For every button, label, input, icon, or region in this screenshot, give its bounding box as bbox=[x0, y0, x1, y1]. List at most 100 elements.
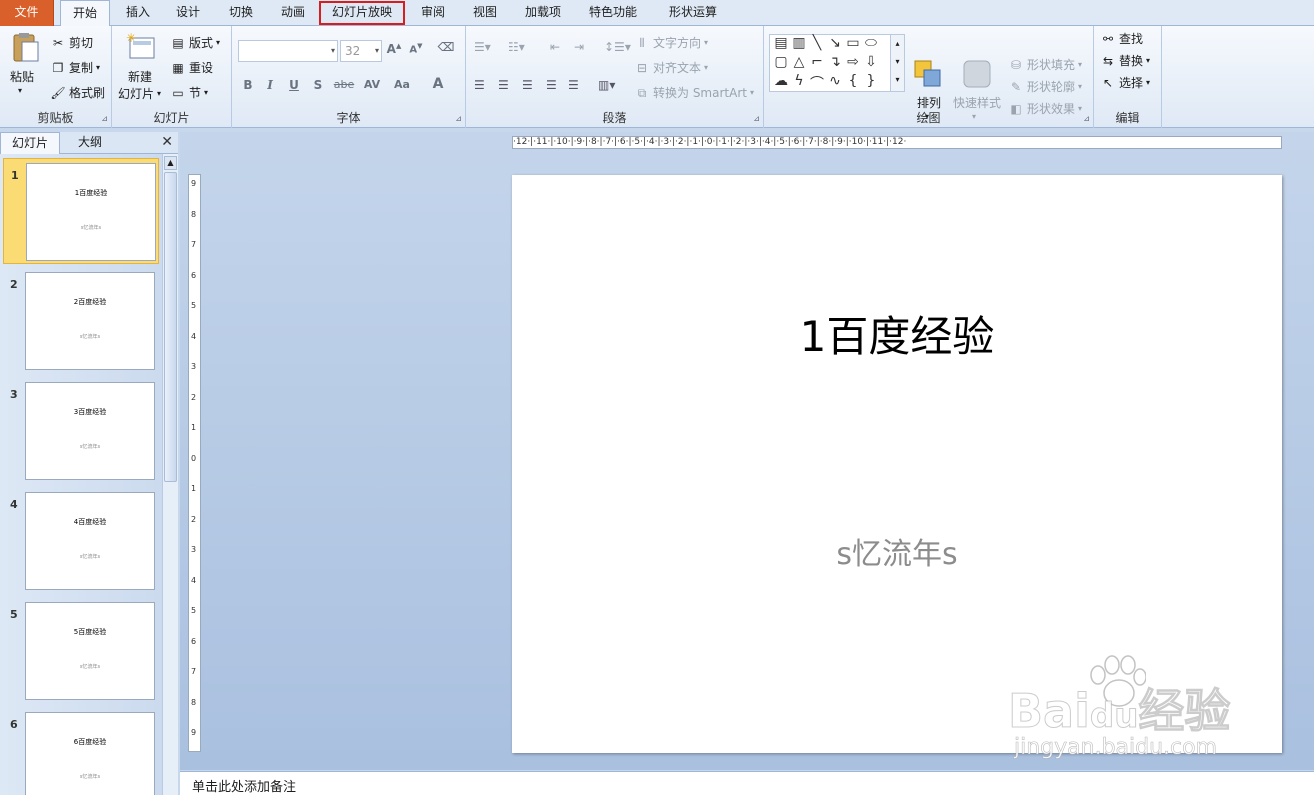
char-spacing-button[interactable]: AV bbox=[360, 78, 384, 91]
right-brace-shape-icon[interactable]: } bbox=[862, 73, 880, 89]
arrange-dropdown-icon[interactable]: ▾ bbox=[925, 112, 929, 121]
convert-smartart-button[interactable]: ⧉ 转换为 SmartArt ▾ bbox=[634, 84, 754, 101]
section-button[interactable]: ▭ 节 ▾ bbox=[170, 84, 208, 101]
shape-effects-button[interactable]: ◧ 形状效果 ▾ bbox=[1008, 100, 1082, 117]
strikethrough-button[interactable]: abe bbox=[332, 78, 356, 91]
notes-area[interactable]: 单击此处添加备注 bbox=[180, 771, 1314, 795]
grow-font-icon[interactable]: A▲ bbox=[384, 42, 404, 56]
thumbnail-item-6[interactable]: 6 6百度经验 s忆流年s bbox=[3, 708, 159, 795]
tab-slides-pane[interactable]: 幻灯片 bbox=[0, 132, 60, 154]
underline-button[interactable]: U bbox=[284, 78, 304, 92]
scroll-up-icon[interactable]: ▲ bbox=[164, 156, 177, 170]
down-arrow-shape-icon[interactable]: ⇩ bbox=[862, 54, 880, 70]
font-launcher-icon[interactable]: ⊿ bbox=[455, 114, 462, 123]
align-right-icon[interactable]: ☰ bbox=[522, 78, 533, 92]
font-color-button[interactable]: A bbox=[428, 76, 448, 92]
italic-button[interactable]: I bbox=[260, 78, 280, 92]
slide-title[interactable]: 1百度经验 bbox=[512, 303, 1282, 364]
distributed-icon[interactable]: ☰ bbox=[568, 78, 579, 92]
font-size-combo[interactable]: 32 ▾ bbox=[340, 40, 382, 62]
new-slide-label-1[interactable]: 新建 bbox=[128, 68, 152, 85]
cut-button[interactable]: ✂ 剪切 bbox=[50, 34, 93, 51]
thumbnail-item-2[interactable]: 2 2百度经验 s忆流年s bbox=[3, 268, 159, 374]
paste-button[interactable]: 粘贴 bbox=[10, 68, 34, 85]
tab-outline-pane[interactable]: 大纲 bbox=[60, 132, 120, 154]
paragraph-launcher-icon[interactable]: ⊿ bbox=[753, 114, 760, 123]
replace-button[interactable]: ⇆ 替换 ▾ bbox=[1100, 52, 1150, 69]
new-slide-button[interactable]: 幻灯片 ▾ bbox=[118, 85, 161, 102]
shrink-font-icon[interactable]: A▼ bbox=[406, 42, 426, 55]
slide-canvas[interactable]: 1百度经验 s忆流年s bbox=[512, 175, 1282, 753]
triangle-shape-icon[interactable]: △ bbox=[790, 54, 808, 70]
columns-icon[interactable]: ▥▾ bbox=[598, 78, 615, 92]
shape-fill-button[interactable]: ⛁ 形状填充 ▾ bbox=[1008, 56, 1082, 73]
slide-thumbnail[interactable]: 5百度经验 s忆流年s bbox=[25, 602, 155, 700]
shapes-gallery[interactable]: ▤ ▥ ╲ ↘ ▭ ⬭ ▢ △ ⌐ ↴ ⇨ ⇩ ☁ ϟ ⌒ ∿ { } ▴ ▾ ▾ bbox=[769, 34, 905, 92]
tab-design[interactable]: 设计 bbox=[166, 0, 210, 26]
right-arrow-shape-icon[interactable]: ⇨ bbox=[844, 54, 862, 70]
tab-animations[interactable]: 动画 bbox=[270, 0, 316, 26]
shadow-button[interactable]: S bbox=[308, 78, 328, 92]
thumbnail-item-1[interactable]: 1 1百度经验 s忆流年s bbox=[3, 158, 159, 264]
clipboard-launcher-icon[interactable]: ⊿ bbox=[101, 114, 108, 123]
slide-thumbnail[interactable]: 4百度经验 s忆流年s bbox=[25, 492, 155, 590]
align-text-button[interactable]: ⊟ 对齐文本 ▾ bbox=[634, 59, 708, 76]
clear-format-icon[interactable]: ⌫ bbox=[436, 40, 456, 54]
numbering-icon[interactable]: ☷▾ bbox=[508, 40, 525, 54]
textbox-shape-icon[interactable]: ▤ bbox=[772, 35, 790, 51]
font-name-combo[interactable]: ▾ bbox=[238, 40, 338, 62]
shapes-gallery-scroll-icon[interactable]: ▴ ▾ ▾ bbox=[890, 35, 904, 91]
quick-styles-dropdown-icon[interactable]: ▾ bbox=[972, 112, 976, 121]
thumbnail-item-5[interactable]: 5 5百度经验 s忆流年s bbox=[3, 598, 159, 704]
quick-styles-button[interactable]: 快速样式 bbox=[953, 94, 1001, 111]
elbow-connector-shape-icon[interactable]: ⌐ bbox=[808, 54, 826, 70]
slide-thumbnail[interactable]: 2百度经验 s忆流年s bbox=[25, 272, 155, 370]
tab-addins[interactable]: 加载项 bbox=[514, 0, 572, 26]
increase-indent-icon[interactable]: ⇥ bbox=[574, 40, 584, 54]
lightning-shape-icon[interactable]: ϟ bbox=[790, 73, 808, 89]
bullets-icon[interactable]: ☰▾ bbox=[474, 40, 491, 54]
rounded-rect-shape-icon[interactable]: ▢ bbox=[772, 54, 790, 70]
thumbnail-item-3[interactable]: 3 3百度经验 s忆流年s bbox=[3, 378, 159, 484]
thumbnail-scrollbar[interactable]: ▲ bbox=[162, 154, 178, 795]
format-painter-button[interactable]: 🖌 格式刷 bbox=[50, 84, 105, 101]
tab-transitions[interactable]: 切换 bbox=[218, 0, 264, 26]
thumbnail-item-4[interactable]: 4 4百度经验 s忆流年s bbox=[3, 488, 159, 594]
oval-shape-icon[interactable]: ⬭ bbox=[862, 35, 880, 51]
tab-shape-operations[interactable]: 形状运算 bbox=[660, 0, 726, 26]
new-slide-icon[interactable]: ✳ bbox=[126, 31, 158, 64]
curve-shape-icon[interactable]: ∿ bbox=[826, 73, 844, 89]
slide-thumbnail[interactable]: 3百度经验 s忆流年s bbox=[25, 382, 155, 480]
justify-icon[interactable]: ☰ bbox=[546, 78, 557, 92]
reset-button[interactable]: ▦ 重设 bbox=[170, 59, 213, 76]
tab-review[interactable]: 审阅 bbox=[410, 0, 456, 26]
rectangle-shape-icon[interactable]: ▭ bbox=[844, 35, 862, 51]
bold-button[interactable]: B bbox=[238, 78, 258, 92]
arrow-line-shape-icon[interactable]: ↘ bbox=[826, 35, 844, 51]
vertical-textbox-shape-icon[interactable]: ▥ bbox=[790, 35, 808, 51]
slide-thumbnail[interactable]: 6百度经验 s忆流年s bbox=[25, 712, 155, 795]
arrange-button[interactable]: 排列 bbox=[917, 94, 941, 111]
tab-insert[interactable]: 插入 bbox=[116, 0, 160, 26]
arc-shape-icon[interactable]: ⌒ bbox=[808, 73, 826, 93]
arrange-icon[interactable] bbox=[912, 58, 944, 90]
decrease-indent-icon[interactable]: ⇤ bbox=[550, 40, 560, 54]
tab-view[interactable]: 视图 bbox=[462, 0, 508, 26]
quick-styles-icon[interactable] bbox=[961, 58, 993, 90]
tab-slideshow[interactable]: 幻灯片放映 bbox=[318, 0, 406, 26]
line-spacing-icon[interactable]: ↕☰▾ bbox=[604, 40, 631, 54]
layout-button[interactable]: ▤ 版式 ▾ bbox=[170, 34, 220, 51]
find-button[interactable]: ⚯ 查找 bbox=[1100, 30, 1143, 47]
tab-home[interactable]: 开始 bbox=[60, 0, 110, 27]
shape-outline-button[interactable]: ✎ 形状轮廓 ▾ bbox=[1008, 78, 1082, 95]
align-left-icon[interactable]: ☰ bbox=[474, 78, 485, 92]
tab-special-features[interactable]: 特色功能 bbox=[580, 0, 646, 26]
text-direction-button[interactable]: ⫴ 文字方向 ▾ bbox=[634, 34, 708, 51]
select-button[interactable]: ↖ 选择 ▾ bbox=[1100, 74, 1150, 91]
change-case-button[interactable]: Aa bbox=[390, 78, 414, 91]
close-pane-icon[interactable]: ✕ bbox=[161, 134, 173, 150]
scrollbar-thumb[interactable] bbox=[164, 172, 177, 482]
align-center-icon[interactable]: ☰ bbox=[498, 78, 509, 92]
drawing-launcher-icon[interactable]: ⊿ bbox=[1083, 114, 1090, 123]
copy-button[interactable]: ❐ 复制 ▾ bbox=[50, 59, 100, 76]
